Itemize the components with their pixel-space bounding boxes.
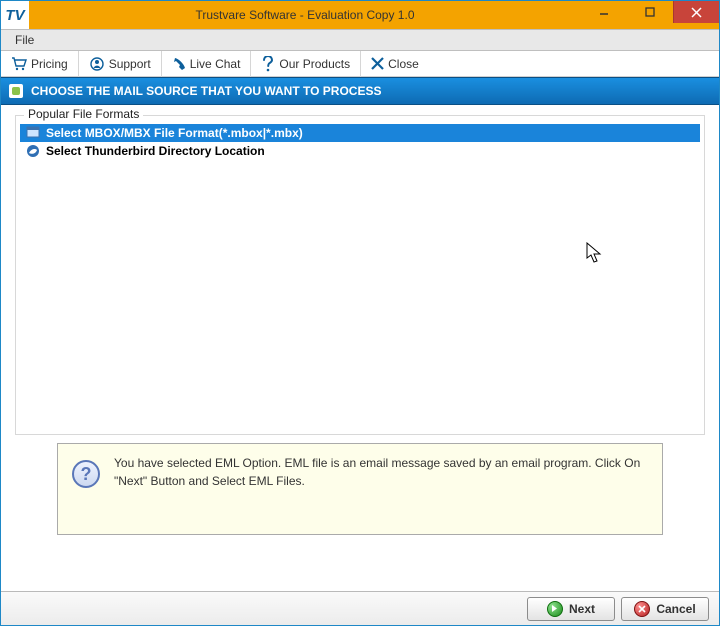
- toolbar-label: Support: [109, 57, 151, 71]
- toolbar: Pricing Support Live Chat Our Products C…: [1, 51, 719, 77]
- close-window-button[interactable]: [673, 1, 719, 23]
- list-item-label: Select MBOX/MBX File Format(*.mbox|*.mbx…: [46, 126, 303, 140]
- list-item-label: Select Thunderbird Directory Location: [46, 144, 265, 158]
- toolbar-pricing[interactable]: Pricing: [1, 51, 79, 77]
- button-label: Next: [569, 602, 595, 616]
- headset-icon: [89, 56, 105, 72]
- info-panel: ? You have selected EML Option. EML file…: [57, 443, 663, 535]
- menu-file[interactable]: File: [5, 31, 44, 49]
- toolbar-products[interactable]: Our Products: [251, 51, 361, 77]
- phone-icon: [172, 57, 186, 71]
- toolbar-livechat[interactable]: Live Chat: [162, 51, 252, 77]
- cancel-button[interactable]: Cancel: [621, 597, 709, 621]
- toolbar-close[interactable]: Close: [361, 51, 429, 77]
- cart-icon: [11, 57, 27, 71]
- x-icon: [634, 601, 650, 617]
- toolbar-label: Close: [388, 57, 419, 71]
- file-icon: [26, 126, 40, 140]
- format-list[interactable]: Select MBOX/MBX File Format(*.mbox|*.mbx…: [20, 124, 700, 430]
- section-header-text: CHOOSE THE MAIL SOURCE THAT YOU WANT TO …: [31, 84, 381, 98]
- info-text: You have selected EML Option. EML file i…: [114, 454, 648, 490]
- toolbar-label: Our Products: [279, 57, 350, 71]
- content-area: Popular File Formats Select MBOX/MBX Fil…: [1, 105, 719, 591]
- bulb-icon: [9, 84, 23, 98]
- list-item[interactable]: Select Thunderbird Directory Location: [20, 142, 700, 160]
- app-window: TV Trustvare Software - Evaluation Copy …: [0, 0, 720, 626]
- close-icon: [371, 57, 384, 70]
- thunderbird-icon: [26, 144, 40, 158]
- info-icon: ?: [72, 460, 100, 488]
- minimize-button[interactable]: [581, 1, 627, 23]
- maximize-button[interactable]: [627, 1, 673, 23]
- app-logo: TV: [1, 1, 29, 29]
- file-formats-group: Popular File Formats Select MBOX/MBX Fil…: [15, 115, 705, 435]
- toolbar-label: Live Chat: [190, 57, 241, 71]
- window-title: Trustvare Software - Evaluation Copy 1.0: [29, 1, 581, 29]
- group-legend: Popular File Formats: [24, 107, 143, 121]
- list-item[interactable]: Select MBOX/MBX File Format(*.mbox|*.mbx…: [20, 124, 700, 142]
- section-header: CHOOSE THE MAIL SOURCE THAT YOU WANT TO …: [1, 77, 719, 105]
- titlebar[interactable]: TV Trustvare Software - Evaluation Copy …: [1, 1, 719, 29]
- arrow-right-icon: [547, 601, 563, 617]
- toolbar-support[interactable]: Support: [79, 51, 162, 77]
- menubar: File: [1, 29, 719, 51]
- question-icon: [261, 56, 275, 72]
- toolbar-label: Pricing: [31, 57, 68, 71]
- footer-bar: Next Cancel: [1, 591, 719, 625]
- next-button[interactable]: Next: [527, 597, 615, 621]
- button-label: Cancel: [656, 602, 695, 616]
